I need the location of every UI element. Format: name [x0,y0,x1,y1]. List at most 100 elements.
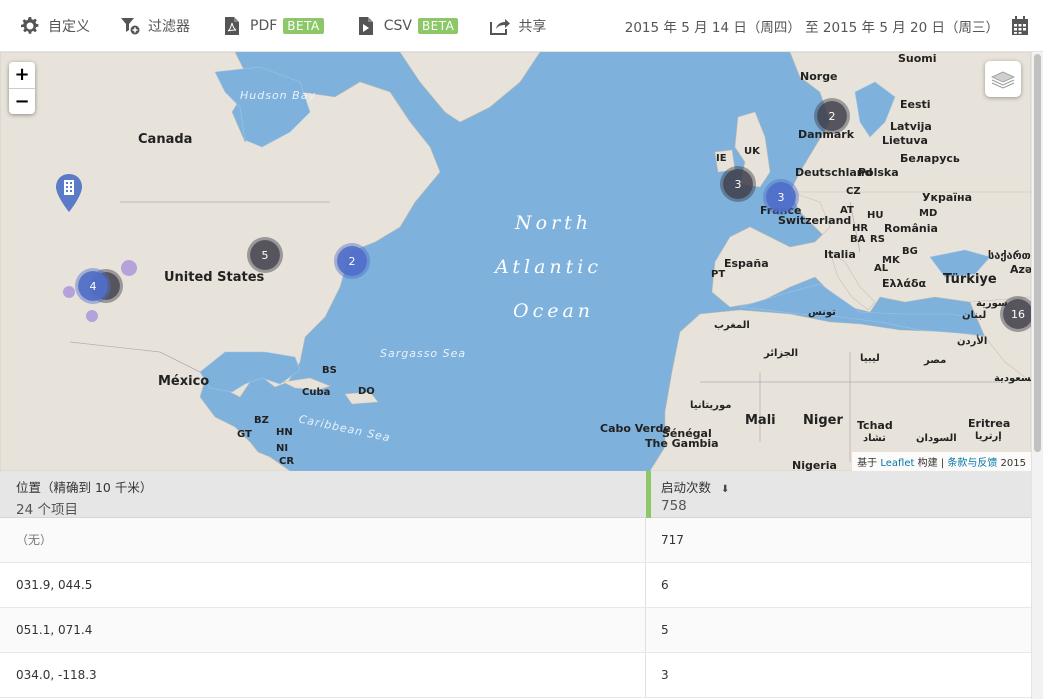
table-row[interactable]: 051.1, 071.4 5 [0,608,1031,653]
map-cluster-middle-east[interactable]: 16 [1003,299,1031,329]
map-label-cuba: Cuba [302,387,331,398]
zoom-in-button[interactable]: + [9,62,35,88]
map-label-latvija: Latvija [890,120,932,133]
map-label-niger: Niger [803,413,843,428]
map-label-ni: NI [276,443,289,454]
map-label-eritrea: Eritrea [968,417,1011,430]
map-label-gambia: The Gambia [645,437,719,450]
building-marker-icon[interactable] [55,174,83,218]
map-label-eesti: Eesti [900,98,931,111]
map-label-sargasso-sea: Sargasso Sea [380,347,467,360]
map-cluster-us-midwest[interactable]: 5 [250,240,280,270]
calendar-icon[interactable] [1011,16,1029,36]
map-label-cabo-verde: Cabo Verde [600,422,671,435]
map-label-ocean: Ocean [513,300,595,322]
map-label-aze: Azə [1010,263,1031,276]
map-label-canada: Canada [138,132,193,147]
attribution-prefix: 基于 [857,458,878,469]
map-label-cr: CR [279,456,295,467]
pdf-beta-badge: BETA [283,17,324,34]
map-label-do: DO [358,386,375,397]
map-label-suomi: Suomi [898,52,937,65]
map-heat-dot [63,286,75,298]
map-label-atlantic: Atlantic [495,256,603,278]
terms-feedback-link[interactable]: 条款与反馈 [947,458,997,469]
page-scrollbar[interactable] [1031,52,1043,699]
map-label-lietuva: Lietuva [882,134,928,147]
share-button[interactable]: 共享 [458,0,546,52]
location-column-title: 位置（精确到 10 千米） [16,480,153,495]
location-item-count: 24 个项目 [16,502,78,518]
filter-add-icon [120,16,140,36]
map-heat-dot [121,260,137,276]
table-row[interactable]: （无） 717 [0,518,1031,563]
map-attribution: 基于 Leaflet 构建 | 条款与反馈 2015 [852,452,1031,471]
map-label-md: MD [919,208,938,219]
map-cluster-denmark[interactable]: 2 [817,101,847,131]
table-row[interactable]: 031.9, 044.5 6 [0,563,1031,608]
launches-total: 758 [661,498,687,514]
sort-descending-icon[interactable]: ⬇ [721,484,729,495]
pdf-export-button[interactable]: PDF BETA [190,0,324,52]
attribution-year: 2015 [1000,458,1026,469]
customize-label: 自定义 [48,18,90,35]
filter-label: 过滤器 [148,18,190,35]
map-label-saudi: السعودية [994,373,1031,384]
map-label-north: North [515,212,593,234]
table-row[interactable]: 034.0, -118.3 3 [0,653,1031,698]
leaflet-link[interactable]: Leaflet [880,458,914,469]
map-label-bg: BG [902,246,918,257]
map-label-espana: España [724,257,769,270]
map-label-italia: Italia [824,248,856,261]
map-label-romania: România [884,222,938,235]
date-range-picker[interactable]: 2015 年 5 月 14 日（周四） 至 2015 年 5 月 20 日（周三… [625,0,999,52]
map-label-hudson-bay: Hudson Bay [240,89,316,102]
filter-button[interactable]: 过滤器 [90,0,190,52]
layers-button[interactable] [985,61,1021,97]
map-label-cz: CZ [846,186,861,197]
map-label-chad-ar: تشاد [863,433,886,444]
location-cell: 034.0, -118.3 [0,653,646,697]
map-label-ellada: Ελλάδα [882,277,927,290]
map-cluster-france[interactable]: 3 [766,182,796,212]
csv-label: CSV [383,17,412,34]
map-label-hu: HU [867,210,884,221]
map-label-algeria: الجزائر [764,348,799,359]
map-label-bz: BZ [254,415,269,426]
map-label-uk: UK [744,146,760,157]
csv-export-button[interactable]: CSV BETA [324,0,459,52]
pdf-file-icon [222,16,242,36]
map-label-georgia: საქართველო [988,249,1031,262]
gear-icon [20,16,40,36]
map-label-eritrea-ar: إرتريا [975,431,1002,442]
map-cluster-us-west[interactable]: 4 [78,271,108,301]
zoom-out-button[interactable]: − [9,88,35,114]
layers-icon [991,71,1015,89]
table-header: 位置（精确到 10 千米） 24 个项目 启动次数 ⬇ 758 [0,471,1031,518]
world-map[interactable]: Hudson Bay Canada United States México N… [0,52,1031,471]
location-cell: （无） [0,518,646,562]
map-label-morocco: المغرب [714,320,750,331]
share-icon [490,16,511,36]
map-label-jordan: الأردن [957,336,988,347]
location-column-header[interactable]: 位置（精确到 10 千米） 24 个项目 [16,477,636,518]
map-label-switzerland: Switzerland [778,214,852,227]
map-label-belarus: Беларусь [900,152,960,165]
map-label-ukraina: Україна [922,191,973,204]
map-label-libya: ليبيا [860,353,880,364]
map-label-mali: Mali [745,413,776,428]
map-cluster-uk[interactable]: 3 [723,169,753,199]
map-label-ie: IE [716,153,727,164]
map-label-mexico: México [158,374,210,389]
map-label-bs: BS [322,365,337,376]
launches-column-header[interactable]: 启动次数 ⬇ 758 [646,471,1031,518]
zoom-control: + − [9,62,35,114]
map-label-norge: Norge [800,70,838,83]
scrollbar-thumb[interactable] [1034,54,1041,452]
customize-button[interactable]: 自定义 [0,0,90,52]
map-label-hr: HR [852,223,869,234]
map-cluster-us-east[interactable]: 2 [337,246,367,276]
map-label-turkiye: Türkiye [943,272,997,287]
map-label-pt: PT [711,269,726,280]
map-label-gt: GT [237,429,252,440]
